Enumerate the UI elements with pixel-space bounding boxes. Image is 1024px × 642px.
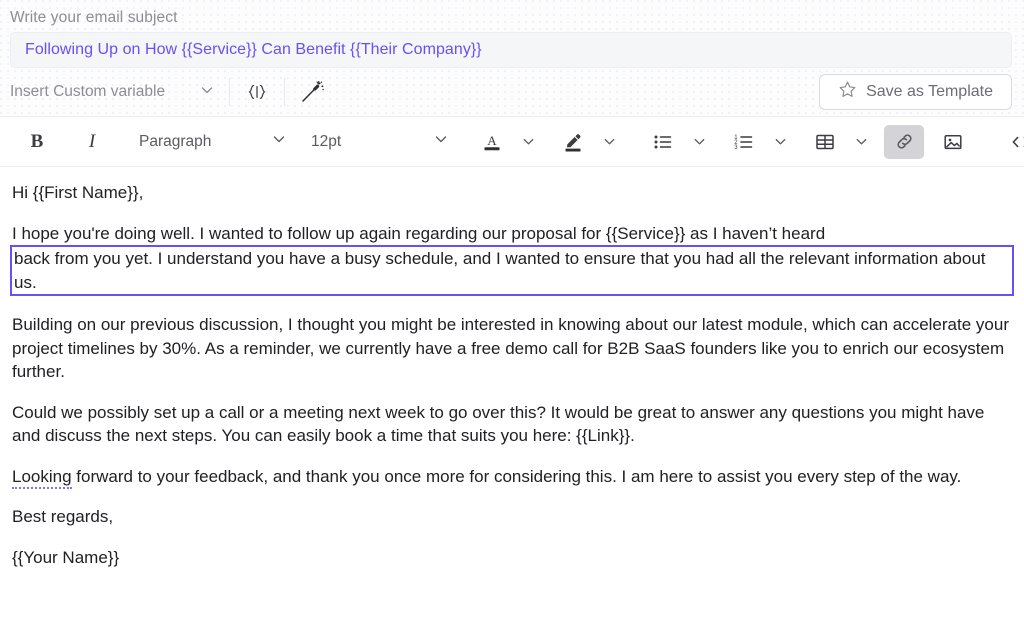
email-composer: Write your email subject Following Up on… (0, 0, 1024, 642)
bold-button[interactable]: B (17, 125, 57, 159)
text-color-button[interactable]: A (472, 125, 512, 159)
numbered-list-dropdown[interactable] (767, 125, 793, 159)
body-paragraph-followup[interactable]: I hope you're doing well. I wanted to fo… (12, 222, 1012, 246)
bold-label: B (30, 130, 44, 152)
chevron-down-icon (199, 82, 215, 103)
code-undo-group (988, 117, 1024, 166)
grammar-suggestion-word[interactable]: Looking (12, 466, 72, 489)
table-dropdown[interactable] (848, 125, 874, 159)
chevron-down-icon (271, 131, 287, 152)
svg-text:A: A (487, 133, 497, 148)
svg-text:3: 3 (734, 145, 738, 151)
list-group: 123 (632, 117, 976, 166)
link-button[interactable] (884, 124, 924, 159)
table-button[interactable] (805, 125, 845, 159)
block-style-group: Paragraph 12pt (127, 117, 461, 166)
insert-custom-variable-dropdown[interactable]: Insert Custom variable (10, 68, 229, 116)
numbered-list-button[interactable]: 123 (724, 125, 764, 159)
font-size-dropdown[interactable]: 12pt (299, 125, 461, 159)
insert-variable-braces-button[interactable] (230, 68, 284, 116)
subject-input-value: Following Up on How {{Service}} Can Bene… (25, 41, 482, 58)
code-view-button[interactable] (1001, 125, 1024, 159)
bulleted-list-dropdown[interactable] (686, 125, 712, 159)
subject-input[interactable]: Following Up on How {{Service}} Can Bene… (10, 32, 1012, 68)
composer-header: Write your email subject Following Up on… (0, 0, 1024, 116)
bulleted-list-button[interactable] (643, 125, 683, 159)
color-group: A (461, 117, 622, 166)
body-paragraph-closing-rest: forward to your feedback, and thank you … (71, 466, 962, 486)
magic-wand-button[interactable] (285, 68, 339, 116)
paragraph-style-value: Paragraph (139, 132, 212, 150)
italic-button[interactable]: I (72, 125, 112, 159)
paragraph-style-dropdown[interactable]: Paragraph (127, 125, 299, 159)
font-size-value: 12pt (311, 132, 342, 150)
body-paragraph-signoff[interactable]: Best regards, (12, 505, 1012, 529)
body-paragraph-selected[interactable]: back from you yet. I understand you have… (10, 245, 1014, 296)
body-paragraph-signature[interactable]: {{Your Name}} (12, 546, 1012, 570)
chevron-down-icon (433, 131, 449, 152)
insert-image-button[interactable] (933, 125, 973, 159)
email-body-editor[interactable]: Hi {{First Name}}, I hope you're doing w… (0, 167, 1024, 642)
highlight-color-dropdown[interactable] (596, 125, 622, 159)
italic-label: I (88, 130, 96, 152)
save-as-template-label: Save as Template (866, 83, 993, 100)
text-color-dropdown[interactable] (515, 125, 541, 159)
star-icon (838, 80, 857, 104)
insert-custom-variable-label: Insert Custom variable (10, 83, 166, 100)
text-style-group: B I (0, 117, 115, 166)
save-as-template-button[interactable]: Save as Template (819, 74, 1012, 110)
body-paragraph-module[interactable]: Building on our previous discussion, I t… (12, 313, 1012, 384)
body-paragraph-closing[interactable]: Looking forward to your feedback, and th… (12, 465, 1012, 489)
highlight-color-button[interactable] (553, 125, 593, 159)
body-paragraph-callrequest[interactable]: Could we possibly set up a call or a mee… (12, 401, 1012, 448)
subject-label: Write your email subject (10, 9, 178, 26)
formatting-toolbar: B I Paragraph 12pt A 1 2 3 (0, 116, 1024, 167)
body-paragraph-greeting[interactable]: Hi {{First Name}}, (12, 181, 1012, 205)
variable-toolbar: Insert Custom variable Save as Template (0, 68, 1024, 116)
